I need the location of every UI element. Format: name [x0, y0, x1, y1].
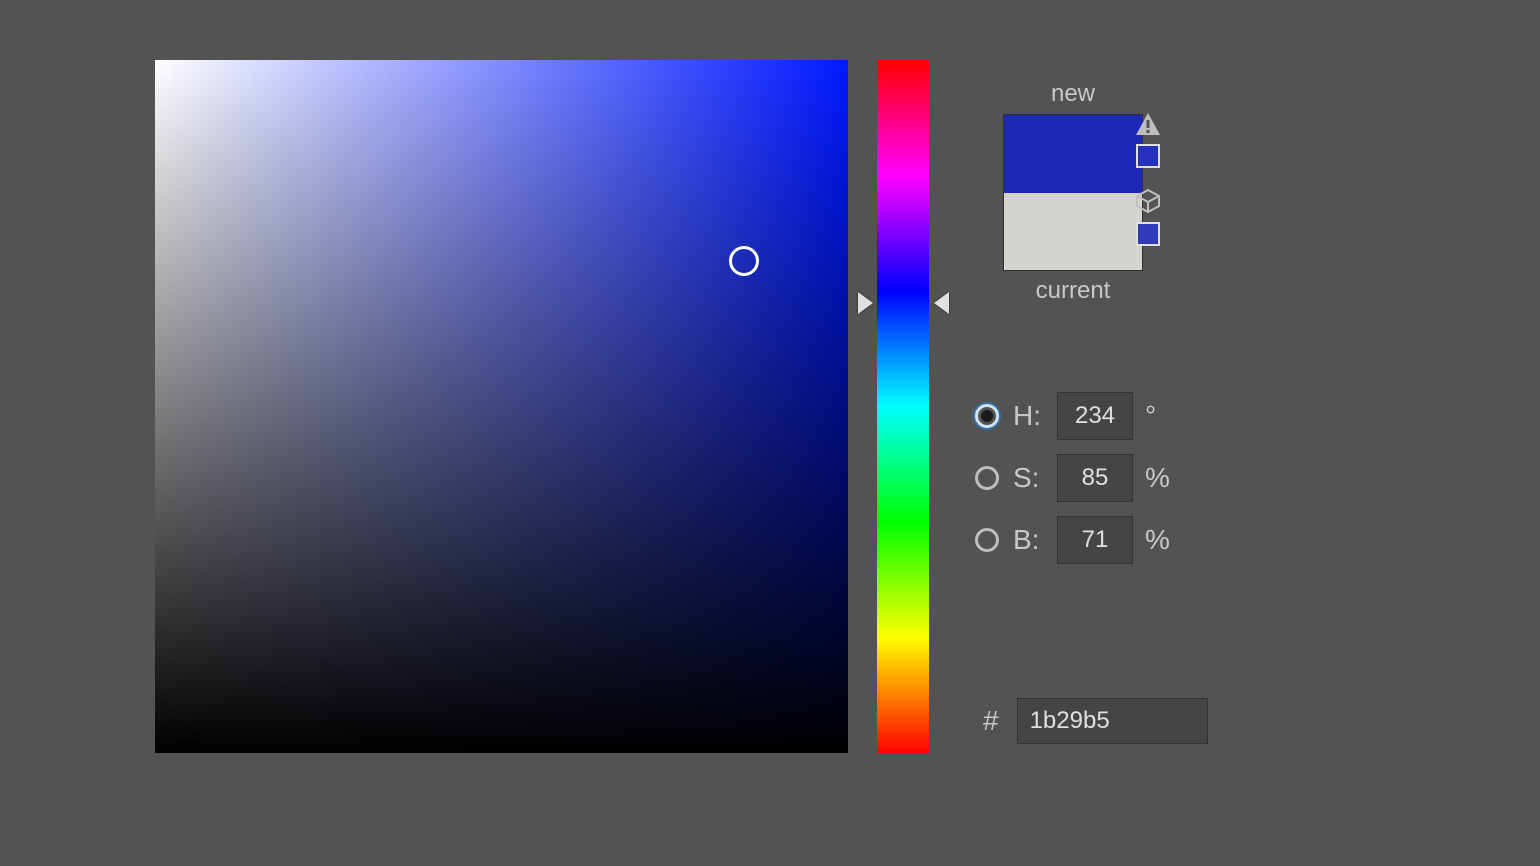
current-label: current	[973, 277, 1173, 305]
saturation-input[interactable]	[1057, 454, 1133, 502]
hue-indicator-right-icon	[934, 292, 949, 314]
brightness-radio[interactable]	[975, 528, 999, 552]
gamut-warning-icon[interactable]	[1135, 112, 1161, 136]
websafe-cube-icon[interactable]	[1135, 188, 1161, 214]
saturation-label: S:	[1013, 462, 1057, 494]
websafe-swatch[interactable]	[1136, 222, 1160, 246]
hex-input[interactable]	[1017, 698, 1208, 744]
current-color-swatch[interactable]	[1004, 193, 1142, 271]
hue-label: H:	[1013, 400, 1057, 432]
saturation-radio[interactable]	[975, 466, 999, 490]
percent-unit: %	[1145, 462, 1175, 494]
hue-slider[interactable]	[877, 60, 929, 753]
hex-hash-label: #	[983, 705, 999, 737]
new-color-swatch[interactable]	[1004, 115, 1142, 193]
percent-unit: %	[1145, 524, 1175, 556]
saturation-brightness-field[interactable]	[155, 60, 848, 753]
hue-radio[interactable]	[975, 404, 999, 428]
brightness-input[interactable]	[1057, 516, 1133, 564]
color-swatch-box	[1003, 114, 1143, 271]
hue-input[interactable]	[1057, 392, 1133, 440]
hue-indicator-left-icon	[858, 292, 873, 314]
brightness-label: B:	[1013, 524, 1057, 556]
black-gradient-overlay	[155, 60, 848, 753]
gamut-safe-swatch-new[interactable]	[1136, 144, 1160, 168]
degree-unit: °	[1145, 400, 1175, 432]
new-label: new	[973, 80, 1173, 108]
